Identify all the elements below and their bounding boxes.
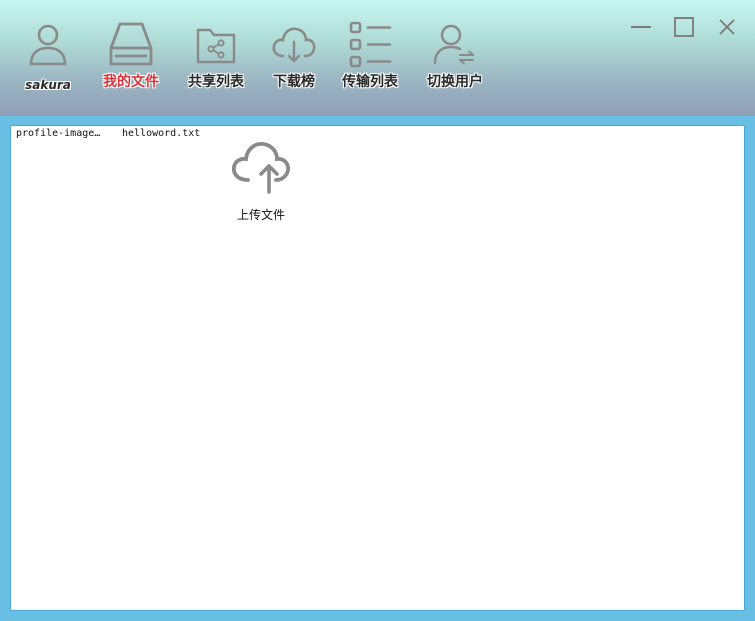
nav-transfer-list[interactable]: 传输列表 — [336, 18, 404, 98]
nav-label: 下载榜 — [273, 74, 315, 90]
minimize-button[interactable] — [627, 14, 655, 40]
close-button[interactable] — [713, 14, 741, 40]
nav-download-ranking[interactable]: 下载榜 — [264, 18, 324, 98]
upload-file-label: 上传文件 — [236, 208, 285, 222]
nav-switch-user[interactable]: 切换用户 — [421, 18, 489, 98]
maximize-button[interactable] — [670, 14, 698, 40]
user-profile-button[interactable]: sakura — [18, 18, 78, 98]
user-name: sakura — [25, 78, 71, 92]
close-icon — [719, 19, 735, 35]
file-item[interactable]: profile-image… — [16, 128, 100, 139]
switch-user-icon — [433, 24, 474, 65]
list-icon — [349, 21, 392, 68]
nav-shared-list[interactable]: 共享列表 — [182, 18, 250, 98]
nav-label: 共享列表 — [188, 74, 244, 90]
cloud-download-icon — [272, 27, 316, 63]
file-item[interactable]: helloword.txt — [122, 128, 200, 139]
file-list-area[interactable]: profile-image… helloword.txt 上传文件 — [10, 125, 745, 611]
title-bar: sakura 我的文件 共享列表 下载榜 传输列表 切换用户 — [0, 0, 755, 116]
user-icon — [29, 24, 67, 66]
drive-icon — [109, 22, 153, 66]
maximize-icon — [674, 17, 694, 37]
nav-label: 切换用户 — [427, 74, 483, 90]
cloud-upload-icon — [232, 142, 290, 194]
upload-file-button[interactable]: 上传文件 — [226, 134, 296, 223]
nav-label: 我的文件 — [103, 74, 159, 90]
shared-folder-icon — [196, 28, 236, 64]
nav-label: 传输列表 — [342, 74, 398, 90]
minimize-icon — [631, 26, 651, 28]
nav-my-files[interactable]: 我的文件 — [97, 18, 165, 98]
